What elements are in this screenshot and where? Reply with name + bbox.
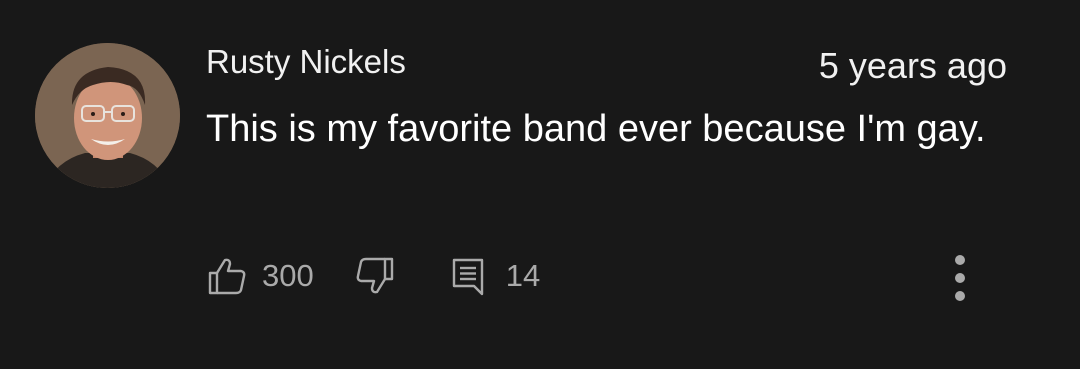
user-avatar[interactable] — [35, 43, 180, 188]
thumbs-up-icon — [206, 256, 248, 296]
comment-author[interactable]: Rusty Nickels — [206, 42, 406, 82]
comment-card: Rusty Nickels 5 years ago This is my fav… — [0, 0, 1080, 369]
comment-reply-icon — [450, 256, 486, 296]
comment-timestamp: 5 years ago — [818, 45, 1007, 86]
dislike-button[interactable] — [354, 256, 396, 296]
comment-actions: 300 14 — [206, 253, 540, 299]
like-count: 300 — [262, 258, 314, 293]
more-vertical-icon — [953, 253, 967, 303]
more-actions-button[interactable] — [940, 250, 980, 306]
comment-text: This is my favorite band ever because I'… — [206, 108, 986, 150]
reply-count: 14 — [505, 258, 541, 293]
avatar-photo — [35, 43, 180, 188]
thumbs-down-icon — [354, 256, 396, 296]
like-button[interactable]: 300 — [206, 256, 314, 296]
reply-button[interactable]: 14 — [450, 256, 540, 296]
